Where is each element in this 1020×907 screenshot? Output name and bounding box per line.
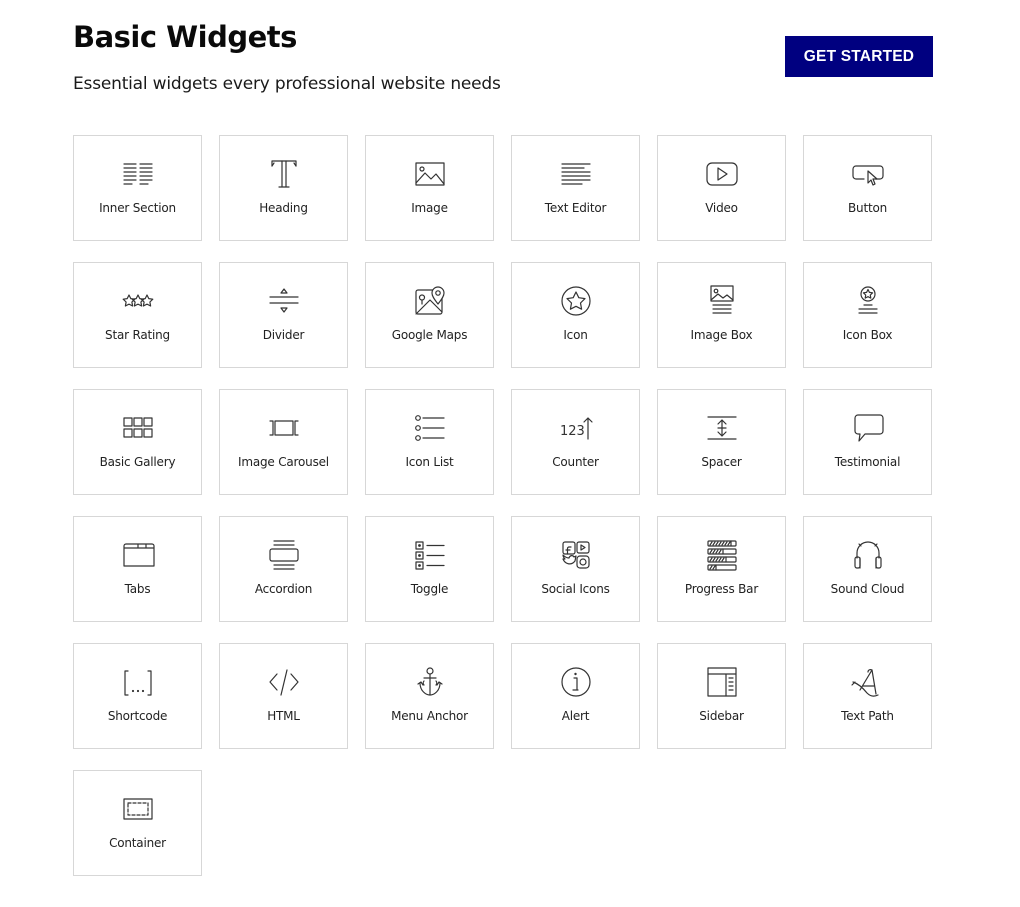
widget-label: Alert [561, 709, 590, 723]
widget-card-sidebar[interactable]: Sidebar [657, 643, 786, 749]
widget-label: Video [705, 201, 738, 215]
text-path-icon [850, 665, 886, 699]
image-icon [412, 157, 448, 191]
social-icons-icon [558, 538, 594, 572]
widget-label: Text Path [841, 709, 894, 723]
widget-label: Shortcode [107, 709, 168, 723]
widget-card-icon-box[interactable]: Icon Box [803, 262, 932, 368]
icon-list-icon [412, 411, 448, 445]
widget-card-toggle[interactable]: Toggle [365, 516, 494, 622]
tabs-icon [120, 538, 156, 572]
container-icon [120, 792, 156, 826]
code-icon [266, 665, 302, 699]
get-started-button[interactable]: GET STARTED [785, 36, 933, 77]
widget-card-button[interactable]: Button [803, 135, 932, 241]
widget-label: Icon [563, 328, 588, 342]
widget-label: Image Carousel [238, 455, 329, 469]
star-rating-icon [120, 284, 156, 318]
widget-card-container[interactable]: Container [73, 770, 202, 876]
heading-icon [266, 157, 302, 191]
widget-label: Sidebar [699, 709, 744, 723]
widget-label: Accordion [254, 582, 313, 596]
button-icon [850, 157, 886, 191]
widget-card-heading[interactable]: Heading [219, 135, 348, 241]
widget-label: Google Maps [391, 328, 468, 342]
widget-card-basic-gallery[interactable]: Basic Gallery [73, 389, 202, 495]
widget-card-alert[interactable]: Alert [511, 643, 640, 749]
widget-card-icon-list[interactable]: Icon List [365, 389, 494, 495]
widget-label: Star Rating [105, 328, 170, 342]
progress-bar-icon [704, 538, 740, 572]
widget-label: Social Icons [541, 582, 610, 596]
page-title: Basic Widgets [73, 20, 297, 54]
widget-card-icon[interactable]: Icon [511, 262, 640, 368]
widget-card-video[interactable]: Video [657, 135, 786, 241]
widget-label: Text Editor [544, 201, 607, 215]
sidebar-icon [704, 665, 740, 699]
widget-label: Image Box [690, 328, 753, 342]
video-icon [704, 157, 740, 191]
widget-label: Icon Box [842, 328, 893, 342]
widget-card-menu-anchor[interactable]: Menu Anchor [365, 643, 494, 749]
google-maps-icon [412, 284, 448, 318]
divider-icon [266, 284, 302, 318]
carousel-icon [266, 411, 302, 445]
widget-label: Container [109, 836, 166, 850]
info-icon [558, 665, 594, 699]
widget-card-sound-cloud[interactable]: Sound Cloud [803, 516, 932, 622]
widget-card-image-carousel[interactable]: Image Carousel [219, 389, 348, 495]
widget-label: Menu Anchor [391, 709, 468, 723]
widget-label: Progress Bar [684, 582, 759, 596]
widget-card-testimonial[interactable]: Testimonial [803, 389, 932, 495]
widget-card-accordion[interactable]: Accordion [219, 516, 348, 622]
widget-card-tabs[interactable]: Tabs [73, 516, 202, 622]
inner-section-icon [120, 157, 156, 191]
accordion-icon [266, 538, 302, 572]
widget-card-progress-bar[interactable]: Progress Bar [657, 516, 786, 622]
widget-label: Image [411, 201, 448, 215]
widget-label: Counter [552, 455, 599, 469]
page-subtitle: Essential widgets every professional web… [73, 74, 501, 94]
toggle-icon [412, 538, 448, 572]
widget-card-shortcode[interactable]: Shortcode [73, 643, 202, 749]
svg-text:123: 123 [560, 424, 585, 439]
widget-card-image-box[interactable]: Image Box [657, 262, 786, 368]
widget-label: Spacer [701, 455, 742, 469]
widget-label: Divider [262, 328, 305, 342]
widget-label: Sound Cloud [830, 582, 905, 596]
widget-card-spacer[interactable]: Spacer [657, 389, 786, 495]
widget-card-text-editor[interactable]: Text Editor [511, 135, 640, 241]
widget-label: Testimonial [834, 455, 901, 469]
widget-label: Heading [259, 201, 308, 215]
spacer-icon [704, 411, 740, 445]
gallery-icon [120, 411, 156, 445]
icon-box-icon [850, 284, 886, 318]
widget-label: Basic Gallery [99, 455, 176, 469]
widget-label: Inner Section [99, 201, 176, 215]
widget-card-image[interactable]: Image [365, 135, 494, 241]
widget-label: Tabs [124, 582, 151, 596]
counter-icon: 123 [558, 411, 594, 445]
speech-bubble-icon [850, 411, 886, 445]
widget-card-divider[interactable]: Divider [219, 262, 348, 368]
text-editor-icon [558, 157, 594, 191]
widget-card-text-path[interactable]: Text Path [803, 643, 932, 749]
widget-label: Button [848, 201, 887, 215]
widget-card-google-maps[interactable]: Google Maps [365, 262, 494, 368]
headphones-icon [850, 538, 886, 572]
widget-label: Icon List [405, 455, 454, 469]
widget-label: Toggle [410, 582, 449, 596]
anchor-icon [412, 665, 448, 699]
widget-label: HTML [267, 709, 300, 723]
shortcode-icon [120, 665, 156, 699]
image-box-icon [704, 284, 740, 318]
widget-card-counter[interactable]: 123 Counter [511, 389, 640, 495]
widget-card-inner-section[interactable]: Inner Section [73, 135, 202, 241]
widget-card-social-icons[interactable]: Social Icons [511, 516, 640, 622]
widget-grid: Inner Section Heading Image Text Editor Vide… [73, 135, 932, 876]
widget-card-html[interactable]: HTML [219, 643, 348, 749]
star-circle-icon [558, 284, 594, 318]
widget-card-star-rating[interactable]: Star Rating [73, 262, 202, 368]
